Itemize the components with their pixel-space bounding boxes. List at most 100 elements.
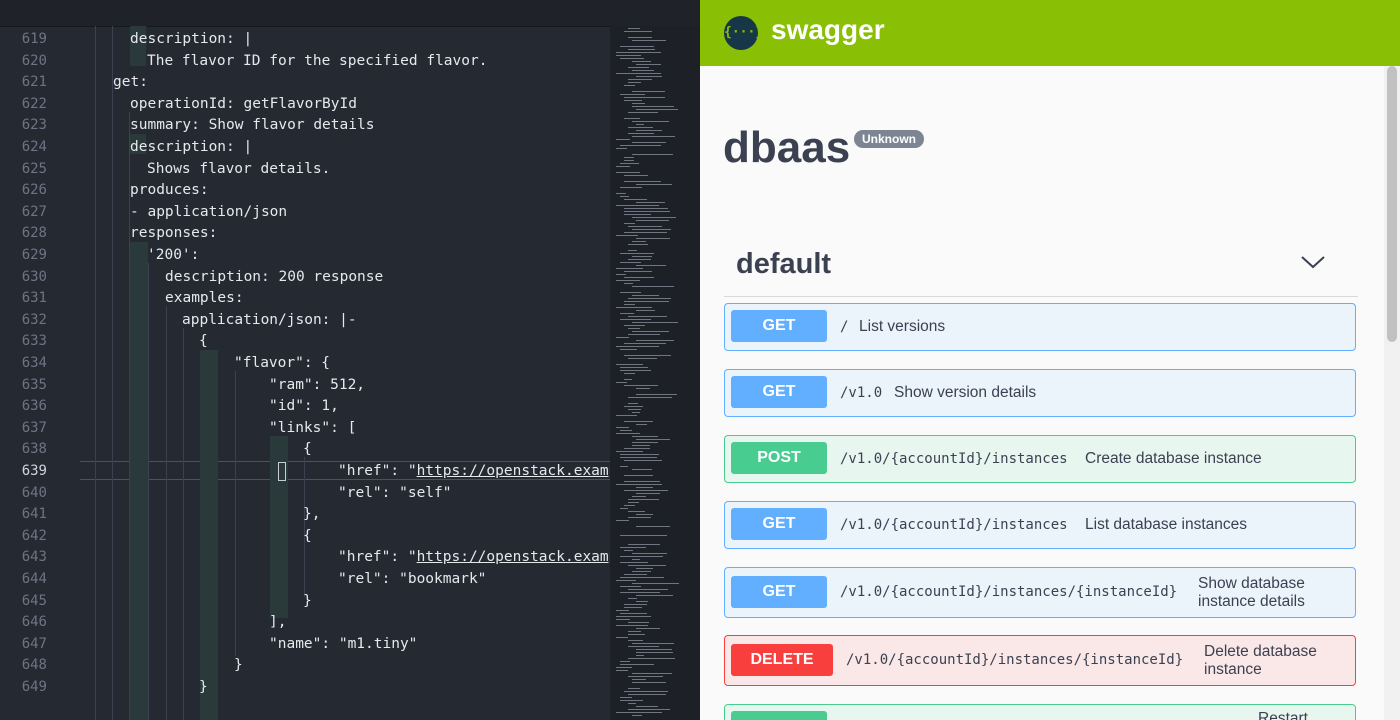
minimap-line [636, 202, 665, 203]
minimap-line [616, 172, 640, 173]
line-number: 626 [21, 182, 47, 199]
minimap-line [620, 664, 654, 665]
minimap[interactable] [610, 26, 700, 720]
tag-heading[interactable]: default [736, 248, 831, 281]
minimap-line [620, 145, 661, 146]
chevron-down-icon[interactable] [1300, 254, 1326, 270]
indent-guide-fill [200, 350, 218, 720]
line-number: 645 [21, 592, 47, 609]
minimap-line [616, 364, 643, 365]
minimap-line [632, 136, 675, 137]
minimap-line [624, 379, 632, 380]
minimap-line [632, 217, 676, 218]
minimap-line [636, 493, 660, 494]
minimap-line [628, 67, 649, 68]
minimap-line [624, 481, 660, 482]
minimap-line [632, 679, 646, 680]
minimap-line [628, 298, 671, 299]
code-line: get: [113, 74, 148, 91]
minimap-line [636, 265, 666, 266]
minimap-line [616, 55, 641, 56]
minimap-line [624, 97, 665, 98]
minimap-line [628, 49, 655, 50]
minimap-line [628, 328, 640, 329]
minimap-line [616, 307, 652, 308]
operation-path: / [840, 319, 849, 335]
minimap-line [632, 496, 646, 497]
minimap-line [620, 313, 634, 314]
minimap-line [636, 64, 661, 65]
minimap-line [636, 439, 670, 440]
minimap-line [628, 316, 667, 317]
code-line: Shows flavor details. [147, 160, 331, 177]
code-editor[interactable]: 619 620 621 622 623 624 625 626 627 628 … [0, 0, 700, 720]
code-url-link[interactable]: https://openstack.examp [417, 549, 610, 565]
code-line: "flavor": { [234, 355, 331, 371]
operation-block[interactable]: GET /v1.0 Show version details [724, 369, 1356, 417]
minimap-line [616, 382, 627, 383]
minimap-line [616, 619, 630, 620]
line-number: 627 [21, 203, 47, 220]
operation-block[interactable]: DELETE /v1.0/{accountId}/instances/{inst… [724, 635, 1356, 686]
minimap-line [620, 196, 629, 197]
minimap-line [628, 334, 660, 335]
minimap-line [624, 118, 640, 119]
minimap-line [632, 106, 674, 107]
operation-block[interactable]: POST Restart [724, 704, 1356, 720]
minimap-line [632, 286, 674, 287]
minimap-line [624, 31, 652, 32]
minimap-line [628, 517, 651, 518]
code-url-link[interactable]: https://openstack.examp [417, 463, 610, 479]
swagger-brand[interactable]: swagger [771, 14, 885, 46]
minimap-line [628, 127, 653, 128]
minimap-line [624, 505, 635, 506]
minimap-line [624, 373, 635, 374]
scrollbar-thumb[interactable] [1387, 66, 1397, 342]
minimap-line [628, 544, 660, 545]
http-method-badge: GET [731, 376, 827, 408]
minimap-line [632, 70, 654, 71]
operation-path: /v1.0/{accountId}/instances [840, 451, 1068, 467]
indent-guide [183, 328, 184, 720]
minimap-line [620, 592, 660, 593]
minimap-line [624, 448, 650, 449]
operation-block[interactable]: GET / List versions [724, 303, 1356, 351]
minimap-line [628, 634, 645, 635]
api-title: dbaas [723, 123, 851, 172]
minimap-line [624, 460, 662, 461]
minimap-line [628, 709, 670, 710]
minimap-line [632, 583, 679, 584]
minimap-line [616, 337, 629, 338]
minimap-line [624, 604, 647, 605]
operation-block[interactable]: GET /v1.0/{accountId}/instances/{instanc… [724, 567, 1356, 618]
minimap-line [620, 253, 654, 254]
code-line: The flavor ID for the specified flavor. [147, 52, 488, 69]
minimap-line [628, 133, 654, 134]
operation-summary: Delete database instance [1204, 643, 1317, 678]
operation-block[interactable]: POST /v1.0/{accountId}/instances Create … [724, 435, 1356, 483]
code-line: summary: Show flavor details [130, 117, 375, 134]
operation-block[interactable]: GET /v1.0/{accountId}/instances List dat… [724, 501, 1356, 549]
http-method-badge: DELETE [731, 644, 833, 676]
swagger-logo-icon[interactable]: {···} [724, 16, 763, 50]
minimap-line [620, 547, 646, 548]
code-line: "ram": 512, [269, 376, 366, 393]
minimap-line [624, 304, 635, 305]
minimap-line [620, 700, 643, 701]
line-number: 621 [21, 74, 47, 91]
minimap-line [632, 121, 669, 122]
minimap-line [628, 499, 659, 500]
minimap-line [620, 367, 648, 368]
code-area[interactable]: description: | The flavor ID for the spe… [80, 26, 610, 720]
line-number: 632 [21, 311, 47, 328]
minimap-line [628, 646, 659, 647]
minimap-line [616, 139, 630, 140]
minimap-line [632, 715, 642, 716]
minimap-line [620, 697, 632, 698]
minimap-line [616, 235, 638, 236]
scrollbar[interactable] [1384, 66, 1400, 720]
minimap-line [628, 259, 651, 260]
minimap-line [620, 58, 644, 59]
line-number: 631 [21, 290, 47, 307]
minimap-line [624, 343, 666, 344]
